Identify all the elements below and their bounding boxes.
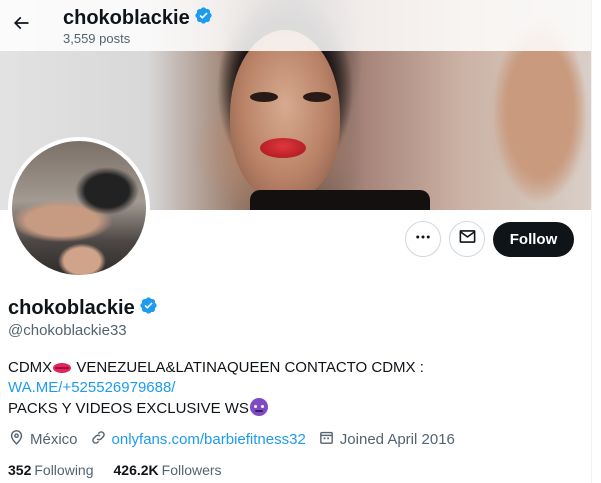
banner-photo-eye	[303, 92, 331, 102]
avatar[interactable]	[8, 137, 150, 279]
follow-stats: 352 Following 426.2K Followers	[8, 462, 242, 478]
location-item: México	[8, 429, 78, 450]
profile-meta: México onlyfans.com/barbiefitness32 Join…	[8, 429, 467, 450]
followers-count: 426.2K	[113, 462, 159, 478]
verified-badge-icon	[194, 6, 213, 31]
verified-badge-icon[interactable]	[139, 296, 158, 321]
location-text: México	[30, 431, 78, 448]
back-button[interactable]	[4, 8, 38, 42]
link-icon	[90, 429, 107, 450]
banner-photo-lips	[260, 138, 306, 158]
website-link[interactable]: onlyfans.com/barbiefitness32	[112, 431, 306, 448]
bio-link[interactable]: WA.ME/+525526979688/	[8, 379, 175, 396]
bio-line-3: PACKS Y VIDEOS EXCLUSIVE WS	[8, 398, 568, 419]
bio-line-1: CDMX VENEZUELA&LATINAQUEEN CONTACTO CDMX…	[8, 358, 568, 378]
follow-button[interactable]: Follow	[493, 222, 574, 257]
bio-text: CDMX	[8, 359, 53, 376]
more-horizontal-icon	[414, 228, 432, 251]
arrow-left-icon	[11, 13, 31, 38]
calendar-icon	[318, 429, 335, 450]
banner-photo-eye	[250, 92, 278, 102]
envelope-icon	[458, 227, 477, 251]
bio-text: PACKS Y VIDEOS EXCLUSIVE WS	[8, 400, 249, 417]
header-title: chokoblackie	[63, 6, 213, 31]
profile-handle: @chokoblackie33	[8, 322, 127, 339]
location-pin-icon	[8, 429, 25, 450]
website-item: onlyfans.com/barbiefitness32	[90, 429, 306, 450]
banner-photo-top	[250, 190, 430, 210]
profile-display-name: chokoblackie	[8, 297, 135, 319]
profile-display-name-row: chokoblackie	[8, 296, 158, 321]
header-post-count: 3,559 posts	[63, 31, 131, 46]
joined-item: Joined April 2016	[318, 429, 455, 450]
following-label: Following	[34, 462, 94, 478]
following-link[interactable]: 352 Following	[8, 462, 94, 478]
following-count: 352	[8, 462, 32, 478]
kiss-mark-icon	[53, 363, 72, 374]
devil-face-icon	[249, 398, 268, 416]
bio-line-2: WA.ME/+525526979688/	[8, 378, 568, 398]
profile-header-bar: chokoblackie 3,559 posts	[0, 0, 591, 51]
scrollbar-track[interactable]	[591, 0, 601, 483]
joined-text: Joined April 2016	[339, 431, 455, 448]
followers-label: Followers	[161, 462, 222, 478]
bio-text: VENEZUELA&LATINAQUEEN CONTACTO CDMX :	[72, 359, 424, 376]
followers-link[interactable]: 426.2K Followers	[114, 462, 222, 478]
header-display-name: chokoblackie	[63, 7, 190, 29]
more-options-button[interactable]	[405, 221, 441, 257]
profile-bio: CDMX VENEZUELA&LATINAQUEEN CONTACTO CDMX…	[8, 358, 568, 419]
banner-photo-face	[230, 30, 340, 200]
message-button[interactable]	[449, 221, 485, 257]
